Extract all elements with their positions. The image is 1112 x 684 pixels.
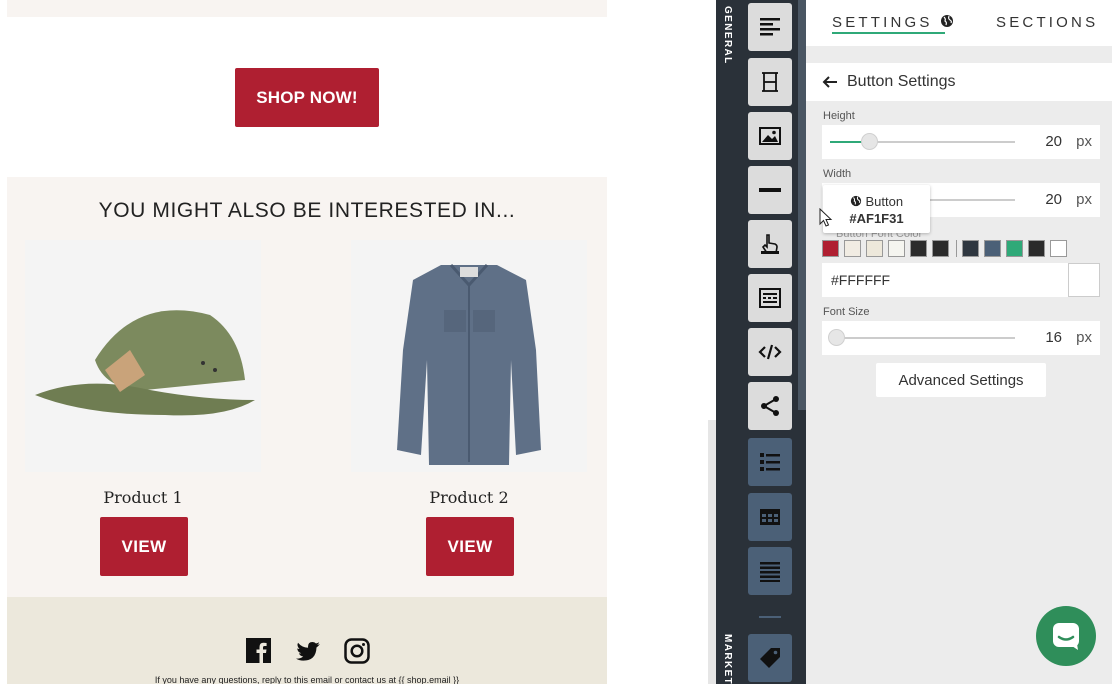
email-editor-app: SHOP NOW! YOU MIGHT ALSO BE INTERESTED I…: [0, 0, 1112, 684]
code-block-button[interactable]: [748, 328, 792, 376]
color-swatch[interactable]: [888, 240, 905, 257]
font-size-track[interactable]: [830, 337, 1015, 339]
image-icon: [759, 127, 781, 145]
color-swatch[interactable]: [984, 240, 1001, 257]
color-swatch[interactable]: [932, 240, 949, 257]
email-preview: SHOP NOW! YOU MIGHT ALSO BE INTERESTED I…: [0, 0, 716, 684]
width-value[interactable]: 20: [1045, 191, 1062, 208]
share-icon: [761, 396, 779, 416]
toolbar-scrollbar[interactable]: [798, 0, 806, 410]
panel-tabs: SETTINGS SECTIONS: [806, 0, 1112, 46]
discount-block-button[interactable]: [748, 634, 792, 682]
hex-color-input[interactable]: #FFFFFF: [822, 263, 1100, 297]
footer-block-icon: [759, 288, 781, 308]
button-pointer-icon: [761, 234, 779, 254]
text-align-icon: [760, 18, 780, 36]
color-swatch[interactable]: [822, 240, 839, 257]
height-slider[interactable]: 20 px: [822, 125, 1100, 159]
font-size-unit: px: [1076, 329, 1092, 346]
back-to-button-settings[interactable]: Button Settings: [806, 63, 1112, 101]
product-1-image: [25, 240, 261, 472]
lines-icon: [760, 562, 780, 582]
email-footer: If you have any questions, reply to this…: [7, 597, 607, 684]
toolbar-separator: [759, 616, 781, 618]
width-label: Width: [823, 168, 852, 180]
current-color-swatch[interactable]: [1068, 263, 1100, 297]
table-icon: [760, 509, 780, 525]
height-thumb[interactable]: [860, 133, 878, 150]
cap-image: [25, 240, 261, 472]
tooltip-title-row: Button: [823, 194, 930, 209]
height-unit: px: [1076, 133, 1092, 150]
code-icon: [758, 344, 782, 360]
product-2-name: Product 2: [429, 488, 509, 507]
chat-icon: [1053, 623, 1079, 650]
section-title: YOU MIGHT ALSO BE INTERESTED IN...: [98, 199, 516, 222]
tag-icon: [760, 648, 780, 668]
tooltip-title: Button: [865, 194, 904, 209]
text-block-button[interactable]: [748, 3, 792, 51]
hex-value: #FFFFFF: [831, 272, 891, 288]
font-size-label: Font Size: [823, 306, 870, 318]
active-tab-indicator: [832, 32, 945, 34]
mouse-cursor-icon: [819, 208, 833, 227]
color-swatch[interactable]: [910, 240, 927, 257]
width-unit: px: [1076, 191, 1092, 208]
marketing-section-label: MARKETING: [722, 634, 733, 684]
general-section-label: GENERAL: [722, 6, 733, 65]
list-block-button[interactable]: [748, 438, 792, 486]
tooltip-hex: #AF1F31: [849, 211, 904, 226]
footer-block-button[interactable]: [748, 274, 792, 322]
button-block-button[interactable]: [748, 220, 792, 268]
lines-block-button[interactable]: [748, 547, 792, 595]
font-size-slider[interactable]: 16 px: [822, 321, 1100, 355]
product-1-view-button[interactable]: VIEW: [100, 517, 188, 576]
color-tooltip: Button #AF1F31: [823, 185, 930, 233]
height-value[interactable]: 20: [1045, 133, 1062, 150]
globe-icon: [940, 15, 953, 27]
spacer-block-button[interactable]: [748, 58, 792, 106]
social-block-button[interactable]: [748, 382, 792, 430]
panel-title: Button Settings: [847, 73, 956, 90]
product-2-image: [351, 240, 587, 472]
related-products-section: YOU MIGHT ALSO BE INTERESTED IN... Produ…: [7, 177, 607, 597]
twitter-icon[interactable]: [294, 637, 322, 665]
settings-panel: SETTINGS SECTIONS Button Settings Height…: [806, 0, 1112, 684]
image-block-button[interactable]: [748, 112, 792, 160]
facebook-icon[interactable]: [245, 637, 273, 665]
color-swatch[interactable]: [1028, 240, 1045, 257]
footer-contact-text: If you have any questions, reply to this…: [154, 675, 460, 684]
color-swatch[interactable]: [1050, 240, 1067, 257]
tab-sections[interactable]: SECTIONS: [996, 14, 1098, 31]
color-swatch[interactable]: [962, 240, 979, 257]
back-arrow-icon[interactable]: [822, 74, 838, 90]
preview-scrollbar[interactable]: [708, 420, 716, 684]
tab-settings[interactable]: SETTINGS: [832, 14, 954, 31]
shop-now-button[interactable]: SHOP NOW!: [235, 68, 379, 127]
color-swatch[interactable]: [844, 240, 861, 257]
email-top-block: [7, 0, 607, 17]
shirt-image: [351, 240, 587, 472]
spacer-icon: [762, 72, 778, 92]
globe-icon: [850, 195, 862, 207]
list-icon: [760, 453, 780, 471]
divider-icon: [759, 188, 781, 192]
swatch-separator: [956, 240, 957, 257]
chat-launcher-button[interactable]: [1036, 606, 1096, 666]
instagram-icon[interactable]: [343, 637, 371, 665]
divider-block-button[interactable]: [748, 166, 792, 214]
color-swatch[interactable]: [866, 240, 883, 257]
color-swatch[interactable]: [1006, 240, 1023, 257]
table-block-button[interactable]: [748, 493, 792, 541]
font-size-thumb[interactable]: [827, 329, 845, 346]
product-1-name: Product 1: [103, 488, 183, 507]
font-size-value[interactable]: 16: [1045, 329, 1062, 346]
product-2-view-button[interactable]: VIEW: [426, 517, 514, 576]
height-label: Height: [823, 110, 855, 122]
advanced-settings-button[interactable]: Advanced Settings: [876, 363, 1046, 397]
tab-settings-label: SETTINGS: [832, 14, 933, 31]
